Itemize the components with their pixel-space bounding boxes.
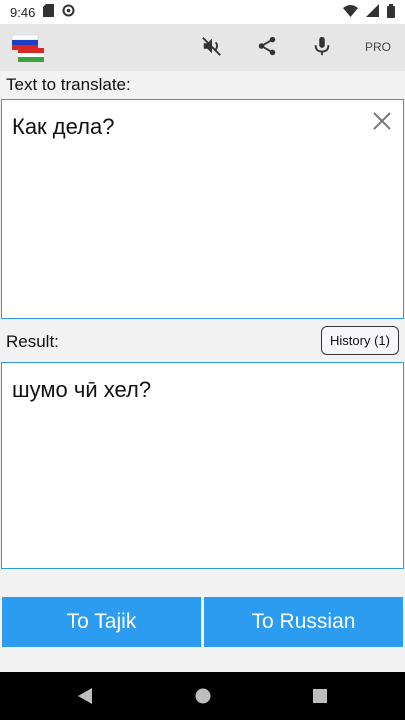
mute-button[interactable] xyxy=(196,32,228,64)
sd-card-icon xyxy=(43,4,55,20)
recents-button[interactable] xyxy=(311,686,329,711)
close-icon xyxy=(373,112,391,130)
home-button[interactable] xyxy=(194,686,212,711)
back-triangle-icon xyxy=(78,688,92,704)
recents-square-icon xyxy=(313,689,327,703)
microphone-icon xyxy=(311,35,333,62)
source-text: Как дела? xyxy=(12,114,115,139)
back-button[interactable] xyxy=(76,686,94,711)
status-time: 9:46 xyxy=(10,4,36,20)
signal-icon xyxy=(366,4,379,20)
to-russian-button[interactable]: To Russian xyxy=(204,597,403,647)
history-button[interactable]: History (1) xyxy=(321,326,399,355)
navigation-bar xyxy=(0,672,405,720)
pro-button[interactable]: PRO xyxy=(365,40,391,54)
voice-input-button[interactable] xyxy=(306,32,338,64)
battery-icon xyxy=(387,3,395,21)
share-icon xyxy=(256,35,278,62)
clear-text-button[interactable] xyxy=(371,110,393,132)
result-label: Result: xyxy=(6,332,59,351)
volume-off-icon xyxy=(201,35,223,62)
result-text: шумо чӣ хел? xyxy=(12,377,152,402)
status-bar: 9:46 xyxy=(0,0,405,24)
to-tajik-button[interactable]: To Tajik xyxy=(2,597,201,647)
sync-icon xyxy=(62,4,75,20)
app-bar: PRO xyxy=(0,24,405,71)
share-button[interactable] xyxy=(251,32,283,64)
app-logo-icon xyxy=(10,33,46,63)
home-circle-icon xyxy=(195,688,211,704)
result-text-field[interactable]: шумо чӣ хел? xyxy=(1,362,404,569)
wifi-icon xyxy=(343,4,358,20)
source-text-field[interactable]: Как дела? xyxy=(1,99,404,319)
input-label: Text to translate: xyxy=(6,75,131,94)
